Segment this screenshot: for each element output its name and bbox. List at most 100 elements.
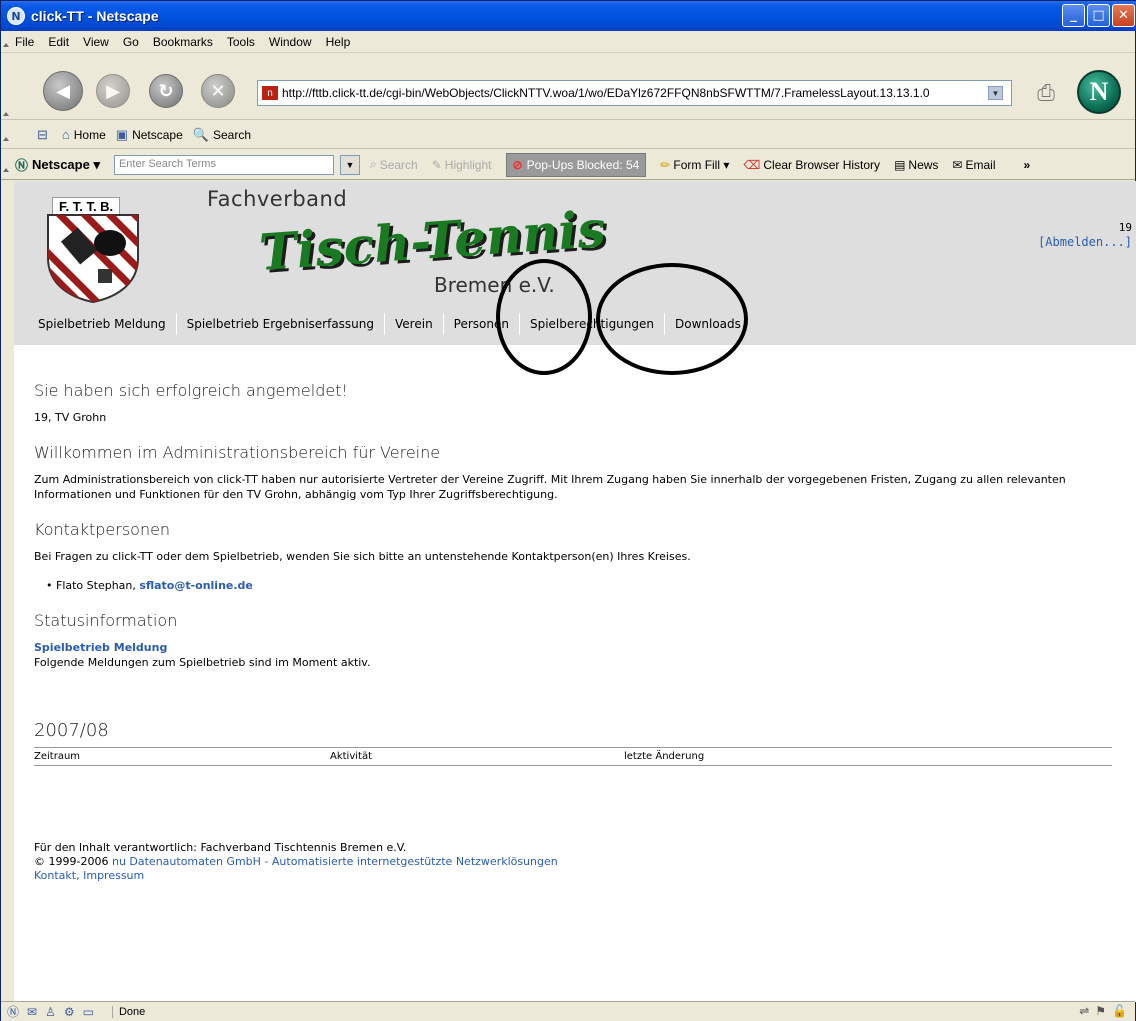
home-label: Home — [73, 127, 106, 142]
search-button[interactable]: 🔍 Search — [193, 127, 251, 143]
mail-status-icon[interactable]: ✉ — [27, 1005, 37, 1019]
login-heading: Sie haben sich erfolgreich angemeldet! — [34, 381, 348, 400]
menu-tools[interactable]: Tools — [227, 35, 255, 49]
footer-impressum-link[interactable]: Impressum — [83, 869, 144, 882]
search-icon: 🔍 — [192, 126, 209, 142]
page-footer: Für den Inhalt verantwortlich: Fachverba… — [34, 841, 558, 883]
footer-company-link[interactable]: nu Datenautomaten GmbH - Automatisierte … — [112, 855, 558, 868]
search-toolbar: Ⓝ Netscape ▾ Enter Search Terms ▼ ⌕ Search… — [1, 150, 1135, 180]
menu-go[interactable]: Go — [123, 35, 139, 49]
search-go-button[interactable]: ⌕ Search — [370, 157, 418, 172]
home-button[interactable]: ⌂ Home — [62, 127, 106, 142]
my-netscape-label: Netscape — [132, 127, 183, 142]
status-text: Done — [111, 1005, 145, 1018]
netscape-logo-icon: Ⓝ — [15, 158, 29, 173]
news-icon: ▤ — [894, 157, 906, 172]
status-link[interactable]: Spielbetrieb Meldung — [34, 640, 1114, 655]
nav-ergebniserfassung[interactable]: Spielbetrieb Ergebniserfassung — [175, 313, 384, 335]
navigation-toolbar: ◀ ▶ ↻ ✕ n http://fttb.click-tt.de/cgi-bi… — [1, 54, 1135, 120]
col-letzte-aenderung: letzte Änderung — [624, 747, 1112, 766]
menu-file[interactable]: File — [15, 35, 34, 49]
footer-copyright: © 1999-2006 — [34, 855, 109, 868]
print-button[interactable]: ⎙ — [1026, 76, 1066, 110]
club-name: 19, TV Grohn — [34, 411, 107, 424]
season-table: Zeitraum Aktivität letzte Änderung — [34, 747, 1112, 766]
tabs-button[interactable]: ⊟ — [37, 127, 52, 143]
reload-button[interactable]: ↻ — [149, 74, 183, 108]
footer-links: Kontakt, Impressum — [34, 869, 558, 883]
nav-verein[interactable]: Verein — [384, 313, 443, 335]
contact-heading: Kontaktpersonen — [34, 520, 171, 539]
composer-status-icon[interactable]: ⚙ — [64, 1005, 75, 1019]
form-fill-button[interactable]: ✏ Form Fill ▾ — [660, 158, 729, 172]
contact-list-item: • Flato Stephan, sflato@t-online.de — [34, 578, 1114, 593]
footer-kontakt-link[interactable]: Kontakt — [34, 869, 76, 882]
page-content: F. T. T. B. Fachverband Tisch-Tennis Bre… — [14, 181, 1136, 1002]
popups-blocked-button[interactable]: ⊘ Pop-Ups Blocked: 54 — [505, 152, 647, 177]
highlight-label: Highlight — [444, 157, 492, 172]
site-favicon-icon: n — [262, 86, 278, 100]
menu-window[interactable]: Window — [269, 35, 312, 49]
toolbar-grip-icon[interactable] — [3, 162, 9, 172]
eraser-icon: ⌫ — [743, 157, 761, 172]
footer-responsible: Für den Inhalt verantwortlich: Fachverba… — [34, 841, 407, 854]
address-book-status-icon[interactable]: ▭ — [83, 1005, 94, 1019]
col-zeitraum: Zeitraum — [34, 747, 330, 766]
search-label: Search — [212, 127, 251, 142]
netscape-app-icon: N — [7, 7, 25, 25]
tab-icon: ⊟ — [37, 126, 48, 142]
contact-email-link[interactable]: sflato@t-online.de — [139, 579, 253, 592]
forward-button[interactable]: ▶ — [96, 74, 130, 108]
status-text: Folgende Meldungen zum Spielbetrieb sind… — [34, 656, 371, 669]
menu-bar: File Edit View Go Bookmarks Tools Window… — [1, 31, 1135, 53]
url-bar[interactable]: n http://fttb.click-tt.de/cgi-bin/WebObj… — [257, 80, 1012, 106]
menu-bookmarks[interactable]: Bookmarks — [153, 35, 213, 49]
contact-text: Bei Fragen zu click-TT oder dem Spielbet… — [34, 550, 691, 563]
form-fill-label: Form Fill — [673, 157, 721, 172]
email-label: Email — [965, 157, 996, 172]
status-bar: Ⓝ ✉ ♙ ⚙ ▭ Done ⇌ ⚑ 🔓 — [1, 1001, 1135, 1021]
personal-toolbar: ⊟ ⌂ Home ▣ Netscape 🔍 Search — [1, 121, 1135, 149]
footer-copyright-line: © 1999-2006 nu Datenautomaten GmbH - Aut… — [34, 855, 558, 869]
aim-status-icon[interactable]: ♙ — [45, 1005, 56, 1019]
annotation-circle-personen — [496, 259, 592, 375]
toolbar-grip-icon[interactable] — [3, 131, 9, 141]
season-heading: 2007/08 — [34, 720, 109, 741]
logout-link[interactable]: [Abmelden...] — [1038, 235, 1132, 249]
stop-button[interactable]: ✕ — [201, 74, 235, 108]
minimize-button[interactable]: _ — [1062, 4, 1085, 27]
banner-fachverband: Fachverband — [207, 187, 348, 211]
news-button[interactable]: ▤ News — [894, 158, 938, 172]
popups-blocked-label: Pop-Ups Blocked: 54 — [526, 157, 640, 172]
clear-history-button[interactable]: ⌫ Clear Browser History — [743, 158, 880, 172]
netscape-throbber-icon[interactable]: N — [1077, 70, 1121, 114]
back-button[interactable]: ◀ — [43, 71, 83, 111]
highlight-button[interactable]: ✎ Highlight — [432, 158, 492, 172]
connection-icon: ⇌ — [1079, 1004, 1090, 1018]
highlighter-icon: ✎ — [431, 157, 442, 172]
email-button[interactable]: ✉ Email — [952, 158, 995, 172]
url-dropdown-icon[interactable]: ▼ — [988, 86, 1003, 100]
blocked-icon: ⊘ — [512, 157, 523, 172]
netscape-menu-button[interactable]: Ⓝ Netscape ▾ — [15, 155, 100, 174]
search-input[interactable]: Enter Search Terms — [113, 154, 334, 175]
more-toolbar-button[interactable]: » — [1024, 158, 1031, 172]
nav-spielbetrieb-meldung[interactable]: Spielbetrieb Meldung — [14, 313, 176, 335]
bullet-icon: • — [46, 579, 53, 592]
clear-history-label: Clear Browser History — [763, 157, 881, 172]
browser-window: N click-TT - Netscape _ □ ✕ File Edit Vi… — [0, 0, 1136, 1021]
maximize-button[interactable]: □ — [1087, 4, 1110, 27]
toolbar-grip-icon[interactable] — [3, 106, 9, 116]
search-dropdown-icon[interactable]: ▼ — [339, 154, 360, 175]
contact-name: Flato Stephan, — [56, 579, 136, 592]
menu-view[interactable]: View — [83, 35, 109, 49]
url-text[interactable]: http://fttb.click-tt.de/cgi-bin/WebObjec… — [282, 86, 930, 100]
table-header-row: Zeitraum Aktivität letzte Änderung — [34, 747, 1112, 766]
menu-help[interactable]: Help — [326, 35, 351, 49]
menu-edit[interactable]: Edit — [48, 35, 69, 49]
netscape-status-icon[interactable]: Ⓝ — [7, 1003, 19, 1020]
my-netscape-icon: ▣ — [115, 126, 129, 142]
toolbar-grip-icon[interactable] — [3, 37, 9, 47]
my-netscape-button[interactable]: ▣ Netscape — [116, 127, 183, 143]
close-button[interactable]: ✕ — [1112, 4, 1135, 27]
